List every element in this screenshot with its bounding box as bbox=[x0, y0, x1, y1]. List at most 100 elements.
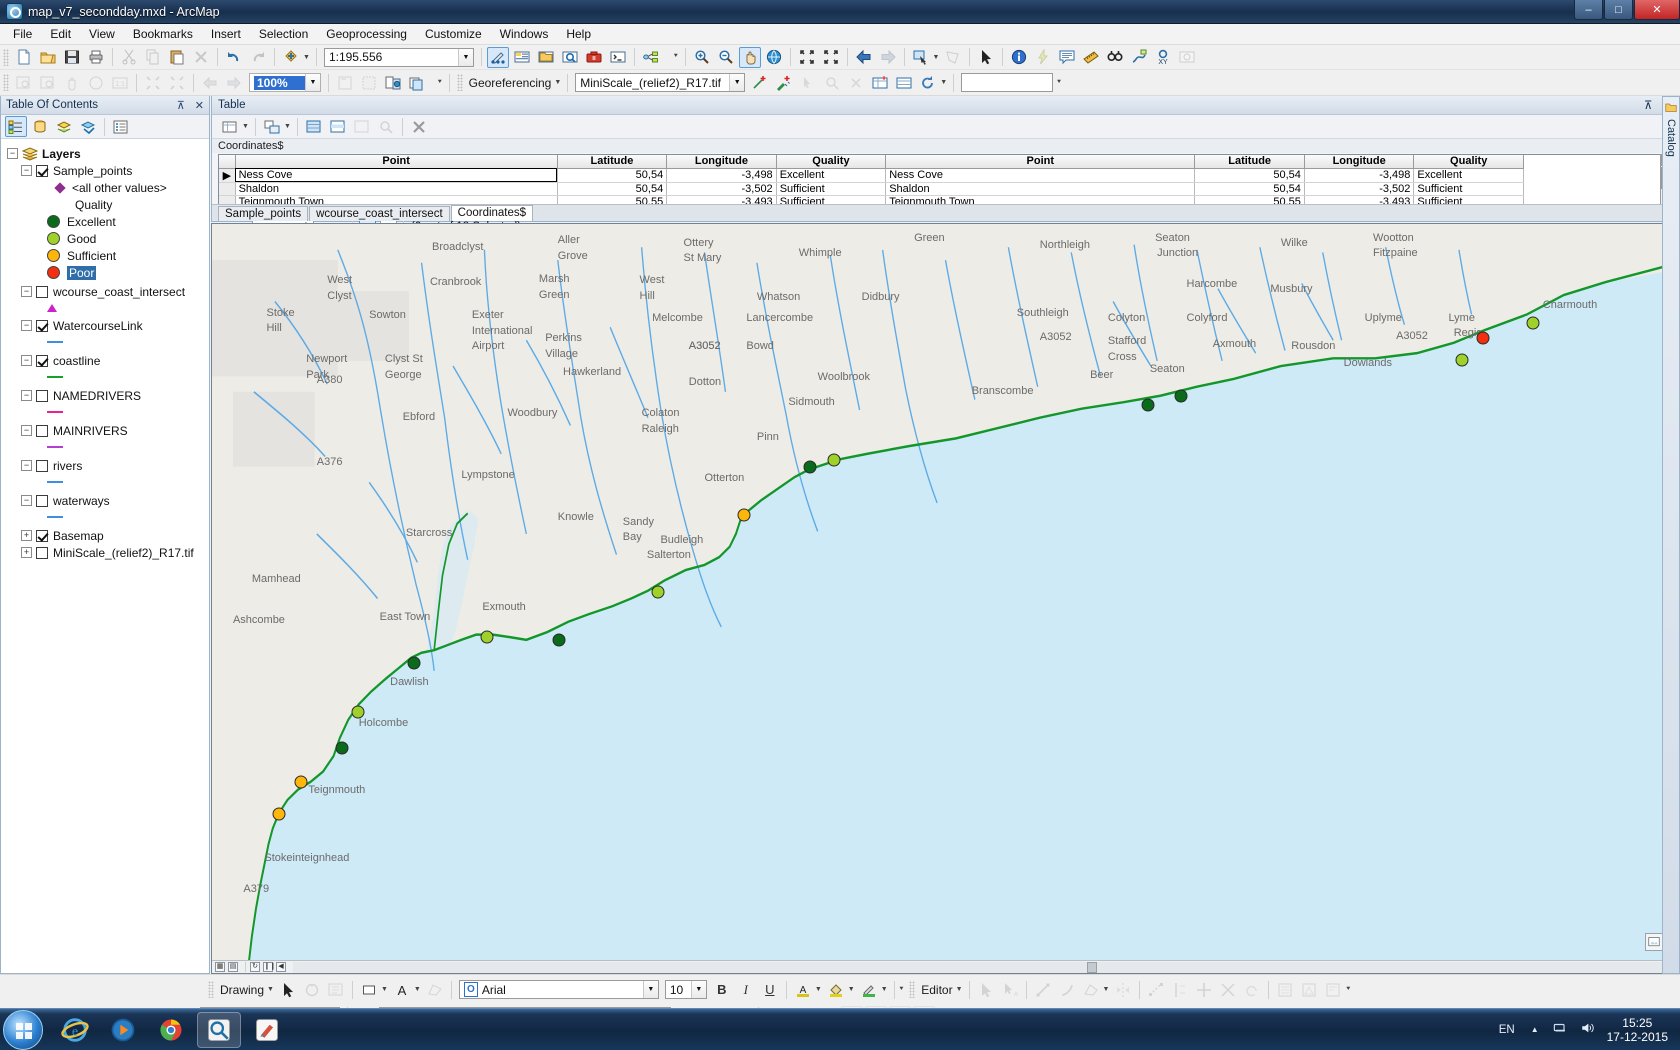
map-sample-point[interactable] bbox=[294, 775, 308, 789]
cell-quality[interactable]: Sufficient bbox=[776, 182, 887, 196]
hyperlink-icon[interactable] bbox=[1032, 47, 1054, 68]
internet-explorer-icon[interactable]: e bbox=[53, 1012, 97, 1048]
chevron-down-icon[interactable]: ▼ bbox=[940, 79, 947, 86]
attributes-icon[interactable] bbox=[1274, 979, 1296, 1000]
rotate-icon[interactable] bbox=[917, 72, 939, 93]
switch-selection-icon[interactable] bbox=[327, 116, 349, 137]
cell-longitude[interactable]: -3,498 bbox=[666, 168, 777, 183]
menu-item-edit[interactable]: Edit bbox=[41, 25, 80, 43]
column-header-quality-2[interactable]: Quality bbox=[1413, 155, 1524, 169]
toolbar-overflow-icon[interactable]: ⯆ bbox=[1345, 986, 1351, 994]
intersect-icon[interactable] bbox=[1217, 979, 1239, 1000]
link-table-icon[interactable] bbox=[893, 72, 915, 93]
column-header-latitude-1[interactable]: Latitude bbox=[557, 155, 668, 169]
save-icon[interactable] bbox=[61, 47, 83, 68]
map-sample-point[interactable] bbox=[651, 585, 665, 599]
column-header-longitude-1[interactable]: Longitude bbox=[666, 155, 777, 169]
cell-point-2[interactable]: Shaldon bbox=[885, 182, 1196, 196]
chevron-down-icon[interactable]: ▼ bbox=[848, 986, 855, 993]
go-forward-icon[interactable] bbox=[223, 72, 245, 93]
menu-item-selection[interactable]: Selection bbox=[250, 25, 317, 43]
toc-layer-sample-points[interactable]: − Sample_points bbox=[1, 162, 209, 179]
toc-layer-watercourselink[interactable]: − WatercourseLink bbox=[1, 317, 209, 334]
network-icon[interactable] bbox=[1547, 1021, 1574, 1038]
column-header-point-1[interactable]: Point bbox=[235, 155, 558, 169]
expander-icon[interactable]: − bbox=[21, 495, 32, 506]
chevron-down-icon[interactable]: ▼ bbox=[956, 986, 963, 993]
column-header-longitude-2[interactable]: Longitude bbox=[1304, 155, 1415, 169]
add-control-points-icon[interactable] bbox=[749, 72, 771, 93]
toc-layer-miniscale[interactable]: + MiniScale_(relief2)_R17.tif bbox=[1, 544, 209, 561]
expander-icon[interactable]: + bbox=[21, 547, 32, 558]
cell-longitude[interactable]: -3,502 bbox=[666, 182, 777, 196]
go-back-icon[interactable] bbox=[199, 72, 221, 93]
map-sample-point[interactable] bbox=[552, 633, 566, 647]
search-window-icon[interactable] bbox=[559, 47, 581, 68]
list-by-source-icon[interactable] bbox=[29, 116, 51, 137]
map-sample-points[interactable] bbox=[212, 224, 1679, 973]
arctoolbox-icon[interactable] bbox=[583, 47, 605, 68]
toc-class-sufficient[interactable]: Sufficient bbox=[1, 247, 209, 264]
cell-latitude-2[interactable]: 50,54 bbox=[1194, 182, 1305, 196]
toc-class-excellent[interactable]: Excellent bbox=[1, 213, 209, 230]
options-icon[interactable] bbox=[110, 116, 132, 137]
menu-item-bookmarks[interactable]: Bookmarks bbox=[124, 25, 202, 43]
expander-icon[interactable]: − bbox=[21, 425, 32, 436]
toolbar-grip[interactable] bbox=[3, 74, 9, 91]
list-by-selection-icon[interactable] bbox=[77, 116, 99, 137]
new-document-icon[interactable] bbox=[13, 47, 35, 68]
paste-icon[interactable] bbox=[166, 47, 188, 68]
menu-item-customize[interactable]: Customize bbox=[416, 25, 491, 43]
volume-icon[interactable] bbox=[1574, 1021, 1601, 1038]
map-sample-point[interactable] bbox=[803, 460, 817, 474]
pan-icon[interactable] bbox=[738, 46, 761, 68]
show-hidden-icons-icon[interactable]: ▲ bbox=[1523, 1025, 1547, 1034]
full-extent-icon[interactable] bbox=[763, 47, 785, 68]
rotate-icon[interactable] bbox=[301, 979, 323, 1000]
map-sample-point[interactable] bbox=[737, 508, 751, 522]
fill-color-icon[interactable] bbox=[825, 979, 847, 1000]
expander-icon[interactable]: − bbox=[21, 390, 32, 401]
expander-icon[interactable]: − bbox=[21, 286, 32, 297]
map-sample-point[interactable] bbox=[1174, 389, 1188, 403]
cell-latitude[interactable]: 50,54 bbox=[557, 168, 668, 183]
cell-longitude-2[interactable]: -3,502 bbox=[1304, 182, 1415, 196]
go-forward-extent-icon[interactable] bbox=[877, 47, 899, 68]
select-elements-icon[interactable] bbox=[277, 979, 299, 1000]
zoom-out-icon[interactable] bbox=[715, 47, 737, 68]
layer-checkbox[interactable] bbox=[36, 319, 48, 332]
chevron-down-icon[interactable]: ▼ bbox=[457, 48, 473, 66]
tab-sample-points[interactable]: Sample_points bbox=[218, 206, 309, 221]
select-all-icon[interactable] bbox=[303, 116, 325, 137]
cell-point[interactable]: Shaldon bbox=[235, 182, 558, 196]
focus-data-frame-icon[interactable] bbox=[358, 72, 380, 93]
chevron-down-icon[interactable]: ▼ bbox=[933, 54, 940, 61]
zoom-in-icon[interactable] bbox=[691, 47, 713, 68]
map-data-frame[interactable]: Broadclyst Aller Grove Ottery St Mary Whimple… bbox=[211, 223, 1680, 974]
column-header-point-2[interactable]: Point bbox=[885, 155, 1196, 169]
cell-quality[interactable]: Excellent bbox=[776, 168, 887, 183]
chevron-down-icon[interactable]: ▼ bbox=[242, 123, 249, 130]
map-sample-point[interactable] bbox=[1476, 331, 1490, 345]
sketch-properties-icon[interactable] bbox=[1298, 979, 1320, 1000]
html-popup-icon[interactable] bbox=[1056, 47, 1078, 68]
delete-selected-icon[interactable] bbox=[408, 116, 430, 137]
toc-layer-wcourse-coast-intersect[interactable]: − wcourse_coast_intersect bbox=[1, 283, 209, 300]
toc-layer-waterways[interactable]: − waterways bbox=[1, 492, 209, 509]
create-features-icon[interactable] bbox=[1322, 979, 1344, 1000]
print-icon[interactable] bbox=[85, 47, 107, 68]
font-color-icon[interactable]: A bbox=[792, 979, 814, 1000]
tab-wcourse-coast-intersect[interactable]: wcourse_coast_intersect bbox=[309, 206, 450, 221]
map-sample-point[interactable] bbox=[351, 705, 365, 719]
zoom-to-link-icon[interactable] bbox=[821, 72, 843, 93]
bold-button[interactable]: B bbox=[711, 979, 733, 1000]
mirror-features-icon[interactable] bbox=[1112, 979, 1134, 1000]
table-options-icon[interactable] bbox=[219, 116, 241, 137]
underline-button[interactable]: U bbox=[759, 979, 781, 1000]
font-name-combo[interactable]: O Arial ▼ bbox=[458, 980, 659, 999]
pin-icon[interactable]: ⊼ bbox=[172, 99, 190, 112]
map-sample-point[interactable] bbox=[827, 453, 841, 467]
layout-zoom-in-icon[interactable] bbox=[13, 72, 35, 93]
catalog-dock[interactable]: Catalog bbox=[1662, 96, 1680, 974]
toc-class-good[interactable]: Good bbox=[1, 230, 209, 247]
